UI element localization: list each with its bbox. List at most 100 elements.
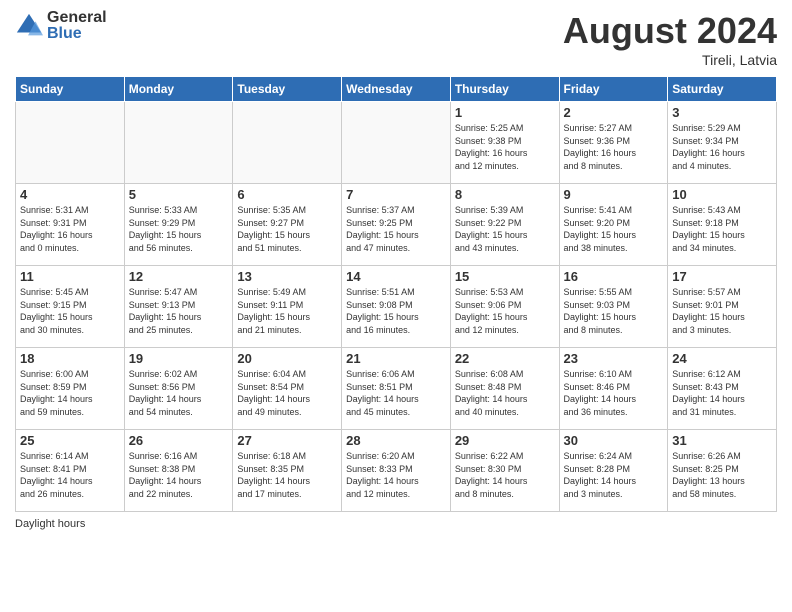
day-number: 7 bbox=[346, 187, 446, 202]
day-info: Sunrise: 5:35 AM Sunset: 9:27 PM Dayligh… bbox=[237, 204, 337, 254]
day-number: 2 bbox=[564, 105, 664, 120]
day-number: 18 bbox=[20, 351, 120, 366]
calendar-cell: 4 Sunrise: 5:31 AM Sunset: 9:31 PM Daylig… bbox=[16, 184, 125, 266]
day-info: Sunrise: 5:43 AM Sunset: 9:18 PM Dayligh… bbox=[672, 204, 772, 254]
calendar-cell: 29 Sunrise: 6:22 AM Sunset: 8:30 PM Dayli… bbox=[450, 430, 559, 512]
calendar-week-3: 18Sunrise: 6:00 AM Sunset: 8:59 PM Dayli… bbox=[16, 348, 777, 430]
col-thursday: Thursday bbox=[450, 77, 559, 102]
logo: General Blue bbox=[15, 10, 107, 42]
calendar-cell: 30 Sunrise: 6:24 AM Sunset: 8:28 PM Dayli… bbox=[559, 430, 668, 512]
calendar-cell bbox=[342, 102, 451, 184]
day-info: Sunrise: 5:37 AM Sunset: 9:25 PM Dayligh… bbox=[346, 204, 446, 254]
day-info: Sunrise: 5:27 AM Sunset: 9:36 PM Dayligh… bbox=[564, 122, 664, 172]
header: General Blue August 2024 Tireli, Latvia bbox=[15, 10, 777, 68]
day-info: Sunrise: 5:41 AM Sunset: 9:20 PM Dayligh… bbox=[564, 204, 664, 254]
day-number: 13 bbox=[237, 269, 337, 284]
calendar-cell: 13Sunrise: 5:49 AM Sunset: 9:11 PM Dayli… bbox=[233, 266, 342, 348]
day-number: 31 bbox=[672, 433, 772, 448]
day-info: Sunrise: 5:57 AM Sunset: 9:01 PM Dayligh… bbox=[672, 286, 772, 336]
day-number: 4 bbox=[20, 187, 120, 202]
calendar-cell bbox=[124, 102, 233, 184]
day-number: 20 bbox=[237, 351, 337, 366]
day-number: 28 bbox=[346, 433, 446, 448]
day-info: Sunrise: 6:22 AM Sunset: 8:30 PM Dayligh… bbox=[455, 450, 555, 500]
day-number: 5 bbox=[129, 187, 229, 202]
day-number: 22 bbox=[455, 351, 555, 366]
col-sunday: Sunday bbox=[16, 77, 125, 102]
calendar-week-2: 11Sunrise: 5:45 AM Sunset: 9:15 PM Dayli… bbox=[16, 266, 777, 348]
day-info: Sunrise: 6:02 AM Sunset: 8:56 PM Dayligh… bbox=[129, 368, 229, 418]
day-number: 16 bbox=[564, 269, 664, 284]
calendar-cell: 7 Sunrise: 5:37 AM Sunset: 9:25 PM Daylig… bbox=[342, 184, 451, 266]
day-info: Sunrise: 6:20 AM Sunset: 8:33 PM Dayligh… bbox=[346, 450, 446, 500]
day-number: 15 bbox=[455, 269, 555, 284]
calendar-week-0: 1 Sunrise: 5:25 AM Sunset: 9:38 PM Daylig… bbox=[16, 102, 777, 184]
day-info: Sunrise: 6:10 AM Sunset: 8:46 PM Dayligh… bbox=[564, 368, 664, 418]
day-info: Sunrise: 6:16 AM Sunset: 8:38 PM Dayligh… bbox=[129, 450, 229, 500]
calendar-cell: 31 Sunrise: 6:26 AM Sunset: 8:25 PM Dayli… bbox=[668, 430, 777, 512]
day-info: Sunrise: 6:26 AM Sunset: 8:25 PM Dayligh… bbox=[672, 450, 772, 500]
calendar-cell: 5 Sunrise: 5:33 AM Sunset: 9:29 PM Daylig… bbox=[124, 184, 233, 266]
calendar-cell: 19Sunrise: 6:02 AM Sunset: 8:56 PM Dayli… bbox=[124, 348, 233, 430]
page: General Blue August 2024 Tireli, Latvia … bbox=[0, 0, 792, 612]
day-number: 14 bbox=[346, 269, 446, 284]
calendar-cell bbox=[16, 102, 125, 184]
day-info: Sunrise: 6:06 AM Sunset: 8:51 PM Dayligh… bbox=[346, 368, 446, 418]
calendar-cell: 22 Sunrise: 6:08 AM Sunset: 8:48 PM Dayli… bbox=[450, 348, 559, 430]
col-monday: Monday bbox=[124, 77, 233, 102]
calendar-cell: 8 Sunrise: 5:39 AM Sunset: 9:22 PM Daylig… bbox=[450, 184, 559, 266]
calendar-cell: 16 Sunrise: 5:55 AM Sunset: 9:03 PM Dayli… bbox=[559, 266, 668, 348]
logo-blue: Blue bbox=[47, 26, 107, 42]
day-info: Sunrise: 6:14 AM Sunset: 8:41 PM Dayligh… bbox=[20, 450, 120, 500]
calendar-cell: 9 Sunrise: 5:41 AM Sunset: 9:20 PM Daylig… bbox=[559, 184, 668, 266]
calendar-cell: 18Sunrise: 6:00 AM Sunset: 8:59 PM Dayli… bbox=[16, 348, 125, 430]
month-title: August 2024 bbox=[563, 10, 777, 52]
day-info: Sunrise: 6:08 AM Sunset: 8:48 PM Dayligh… bbox=[455, 368, 555, 418]
day-number: 8 bbox=[455, 187, 555, 202]
day-number: 6 bbox=[237, 187, 337, 202]
calendar-header-row: Sunday Monday Tuesday Wednesday Thursday… bbox=[16, 77, 777, 102]
footer-text: Daylight hours bbox=[15, 518, 85, 530]
day-number: 30 bbox=[564, 433, 664, 448]
day-number: 25 bbox=[20, 433, 120, 448]
day-info: Sunrise: 6:24 AM Sunset: 8:28 PM Dayligh… bbox=[564, 450, 664, 500]
day-number: 24 bbox=[672, 351, 772, 366]
day-info: Sunrise: 6:18 AM Sunset: 8:35 PM Dayligh… bbox=[237, 450, 337, 500]
calendar-cell: 20Sunrise: 6:04 AM Sunset: 8:54 PM Dayli… bbox=[233, 348, 342, 430]
day-number: 27 bbox=[237, 433, 337, 448]
day-number: 1 bbox=[455, 105, 555, 120]
day-number: 29 bbox=[455, 433, 555, 448]
calendar-cell: 12Sunrise: 5:47 AM Sunset: 9:13 PM Dayli… bbox=[124, 266, 233, 348]
calendar-cell: 26 Sunrise: 6:16 AM Sunset: 8:38 PM Dayli… bbox=[124, 430, 233, 512]
calendar-cell: 23Sunrise: 6:10 AM Sunset: 8:46 PM Dayli… bbox=[559, 348, 668, 430]
logo-text: General Blue bbox=[47, 10, 107, 42]
day-number: 21 bbox=[346, 351, 446, 366]
calendar-cell: 15 Sunrise: 5:53 AM Sunset: 9:06 PM Dayli… bbox=[450, 266, 559, 348]
day-number: 26 bbox=[129, 433, 229, 448]
day-info: Sunrise: 5:51 AM Sunset: 9:08 PM Dayligh… bbox=[346, 286, 446, 336]
calendar-cell: 11Sunrise: 5:45 AM Sunset: 9:15 PM Dayli… bbox=[16, 266, 125, 348]
day-info: Sunrise: 5:25 AM Sunset: 9:38 PM Dayligh… bbox=[455, 122, 555, 172]
calendar-cell: 1 Sunrise: 5:25 AM Sunset: 9:38 PM Daylig… bbox=[450, 102, 559, 184]
col-tuesday: Tuesday bbox=[233, 77, 342, 102]
title-area: August 2024 Tireli, Latvia bbox=[563, 10, 777, 68]
calendar-cell: 14 Sunrise: 5:51 AM Sunset: 9:08 PM Dayli… bbox=[342, 266, 451, 348]
day-info: Sunrise: 5:31 AM Sunset: 9:31 PM Dayligh… bbox=[20, 204, 120, 254]
calendar: Sunday Monday Tuesday Wednesday Thursday… bbox=[15, 76, 777, 512]
calendar-cell: 10 Sunrise: 5:43 AM Sunset: 9:18 PM Dayli… bbox=[668, 184, 777, 266]
day-number: 11 bbox=[20, 269, 120, 284]
col-saturday: Saturday bbox=[668, 77, 777, 102]
col-friday: Friday bbox=[559, 77, 668, 102]
logo-icon bbox=[15, 12, 43, 40]
day-number: 10 bbox=[672, 187, 772, 202]
day-info: Sunrise: 5:29 AM Sunset: 9:34 PM Dayligh… bbox=[672, 122, 772, 172]
day-info: Sunrise: 5:39 AM Sunset: 9:22 PM Dayligh… bbox=[455, 204, 555, 254]
subtitle: Tireli, Latvia bbox=[563, 52, 777, 68]
day-info: Sunrise: 5:33 AM Sunset: 9:29 PM Dayligh… bbox=[129, 204, 229, 254]
calendar-cell bbox=[233, 102, 342, 184]
day-info: Sunrise: 5:55 AM Sunset: 9:03 PM Dayligh… bbox=[564, 286, 664, 336]
day-info: Sunrise: 5:53 AM Sunset: 9:06 PM Dayligh… bbox=[455, 286, 555, 336]
calendar-cell: 3Sunrise: 5:29 AM Sunset: 9:34 PM Daylig… bbox=[668, 102, 777, 184]
calendar-cell: 17Sunrise: 5:57 AM Sunset: 9:01 PM Dayli… bbox=[668, 266, 777, 348]
day-number: 9 bbox=[564, 187, 664, 202]
